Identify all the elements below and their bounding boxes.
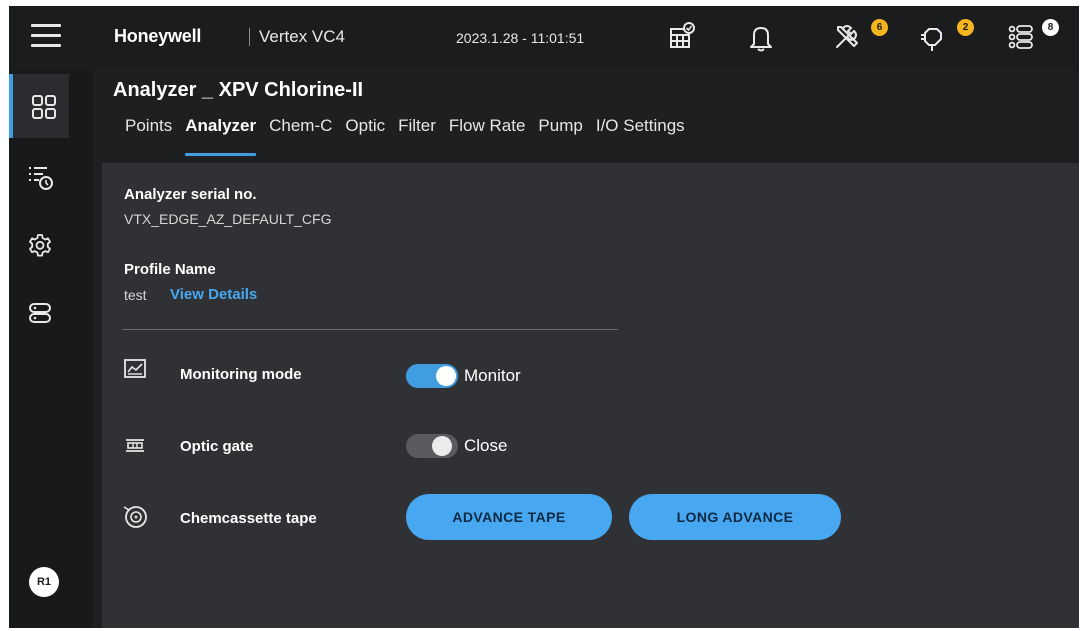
serial-value: VTX_EDGE_AZ_DEFAULT_CFG bbox=[124, 211, 332, 227]
building-calendar-icon[interactable] bbox=[667, 20, 701, 54]
sidebar-item-dashboard[interactable] bbox=[9, 74, 69, 138]
monitoring-mode-state: Monitor bbox=[464, 366, 521, 385]
chemcassette-label: Chemcassette tape bbox=[180, 510, 317, 527]
profile-label: Profile Name bbox=[124, 261, 216, 278]
tab-analyzer[interactable]: Analyzer bbox=[185, 116, 256, 156]
monitoring-mode-toggle[interactable] bbox=[406, 364, 458, 388]
top-bar: Honeywell Vertex VC4 2023.1.28 - 11:01:5… bbox=[9, 6, 1079, 70]
plug-icon[interactable] bbox=[917, 20, 951, 54]
optic-gate-icon bbox=[124, 435, 146, 457]
tab-points[interactable]: Points bbox=[125, 116, 172, 156]
app-window: Honeywell Vertex VC4 2023.1.28 - 11:01:5… bbox=[9, 6, 1079, 628]
plug-badge: 2 bbox=[957, 19, 974, 36]
list-badge: 8 bbox=[1042, 19, 1059, 36]
settings-gear-icon bbox=[29, 234, 51, 257]
tab-chem-c[interactable]: Chem-C bbox=[269, 116, 332, 156]
tab-optic[interactable]: Optic bbox=[345, 116, 385, 156]
view-details-link[interactable]: View Details bbox=[170, 286, 257, 303]
tab-filter[interactable]: Filter bbox=[398, 116, 436, 156]
tab-pump[interactable]: Pump bbox=[538, 116, 582, 156]
optic-gate-label: Optic gate bbox=[180, 438, 254, 455]
sidebar-item-event-history[interactable] bbox=[9, 144, 69, 208]
sidebar-item-rack[interactable] bbox=[9, 280, 69, 344]
tools-badge: 6 bbox=[871, 19, 888, 36]
optic-gate-toggle[interactable] bbox=[406, 434, 458, 458]
list-icon[interactable] bbox=[1004, 20, 1038, 54]
tools-icon[interactable] bbox=[831, 20, 865, 54]
brand-separator bbox=[249, 28, 250, 46]
profile-value: test bbox=[124, 287, 147, 303]
advance-tape-button[interactable]: ADVANCE TAPE bbox=[406, 494, 612, 540]
serial-label: Analyzer serial no. bbox=[124, 186, 257, 203]
tab-io-settings[interactable]: I/O Settings bbox=[596, 116, 685, 156]
dashboard-icon bbox=[32, 95, 56, 119]
section-divider bbox=[122, 329, 618, 330]
long-advance-button[interactable]: LONG ADVANCE bbox=[629, 494, 841, 540]
tab-bar: Points Analyzer Chem-C Optic Filter Flow… bbox=[125, 116, 698, 156]
bell-icon[interactable] bbox=[744, 20, 778, 54]
hamburger-menu-icon[interactable] bbox=[31, 24, 61, 50]
rack-icon bbox=[29, 303, 51, 323]
sidebar: R1 bbox=[9, 70, 93, 628]
user-avatar[interactable]: R1 bbox=[29, 567, 59, 597]
monitoring-mode-label: Monitoring mode bbox=[180, 366, 302, 383]
analyzer-panel: Analyzer serial no. VTX_EDGE_AZ_DEFAULT_… bbox=[102, 163, 1079, 628]
tape-reel-icon bbox=[122, 504, 148, 530]
page-title: Analyzer _ XPV Chlorine-II bbox=[113, 79, 364, 101]
product-name: Vertex VC4 bbox=[259, 27, 345, 46]
event-history-icon bbox=[29, 167, 53, 190]
trend-chart-icon bbox=[124, 358, 146, 380]
optic-gate-state: Close bbox=[464, 436, 508, 455]
sidebar-item-settings[interactable] bbox=[9, 212, 69, 276]
datetime-display: 2023.1.28 - 11:01:51 bbox=[456, 30, 585, 46]
tab-flow-rate[interactable]: Flow Rate bbox=[449, 116, 526, 156]
brand-logo: Honeywell bbox=[114, 26, 202, 46]
